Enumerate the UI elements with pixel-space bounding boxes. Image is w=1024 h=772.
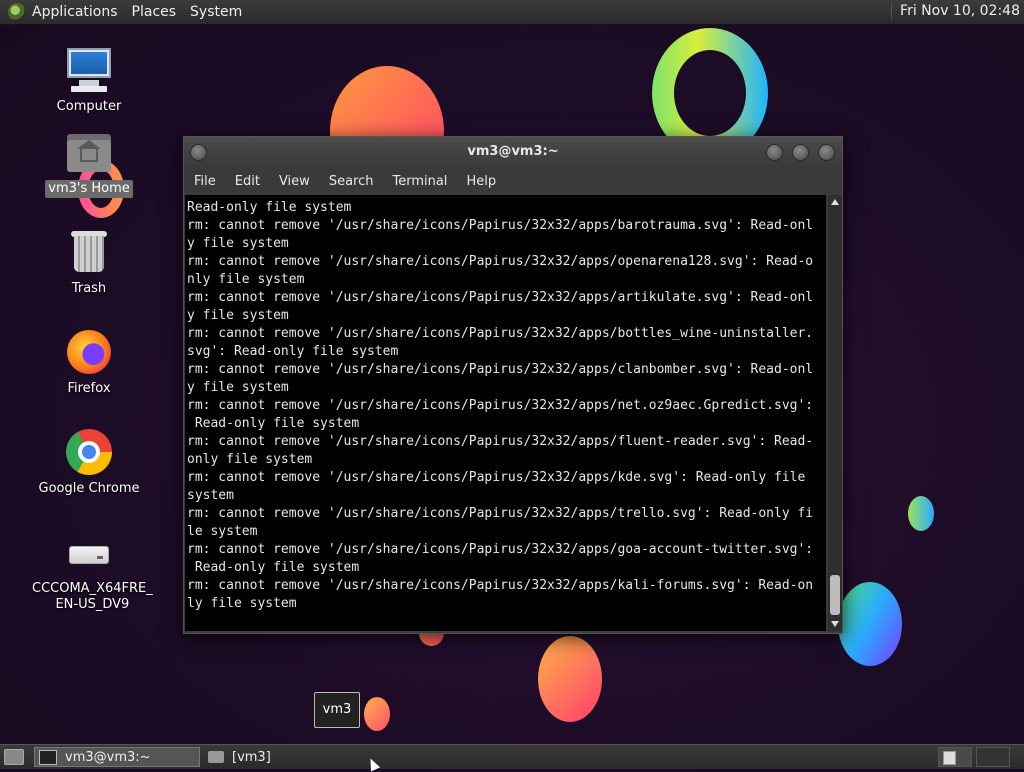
terminal-line: rm: cannot remove '/usr/share/icons/Papi… — [187, 542, 814, 557]
terminal-menubar: File Edit View Search Terminal Help — [184, 167, 842, 195]
terminal-line: rm: cannot remove '/usr/share/icons/Papi… — [187, 578, 814, 593]
desktop-icon-computer[interactable]: Computer — [29, 46, 149, 116]
firefox-icon — [65, 328, 113, 376]
desktop-icon-label: Firefox — [67, 381, 111, 396]
minimize-button[interactable] — [766, 144, 783, 161]
top-panel: Applications Places System Fri Nov 10, 0… — [0, 0, 1024, 25]
desktop-icon-label: Trash — [71, 281, 107, 296]
menu-places[interactable]: Places — [132, 4, 177, 20]
terminal-line: y file system — [187, 308, 289, 323]
close-button[interactable] — [818, 144, 835, 161]
desktop-icon-firefox[interactable]: Firefox — [29, 328, 149, 398]
desktop-icon-label: vm3's Home — [45, 180, 133, 198]
menu-system[interactable]: System — [190, 4, 242, 20]
taskbar-item-label: [vm3] — [232, 749, 271, 765]
terminal-line: rm: cannot remove '/usr/share/icons/Papi… — [187, 470, 806, 485]
wallpaper-blob — [538, 636, 602, 722]
terminal-line: y file system — [187, 380, 289, 395]
terminal-icon — [39, 749, 57, 765]
window-titlebar[interactable]: vm3@vm3:~ — [184, 137, 842, 167]
maximize-button[interactable] — [792, 144, 809, 161]
menu-edit[interactable]: Edit — [235, 174, 260, 189]
terminal-window[interactable]: vm3@vm3:~ File Edit View Search Terminal… — [183, 136, 843, 634]
taskbar-item-folder[interactable]: [vm3] — [204, 747, 338, 767]
folder-icon — [208, 751, 224, 763]
terminal-line: ly file system — [187, 596, 297, 611]
terminal-line: le system — [187, 524, 258, 539]
desktop-icon-chrome[interactable]: Google Chrome — [29, 428, 149, 498]
terminal-line: Read-only file system — [187, 416, 360, 431]
terminal-line: rm: cannot remove '/usr/share/icons/Papi… — [187, 254, 814, 269]
trash-icon — [65, 228, 113, 276]
desktop-icon-home[interactable]: vm3's Home — [29, 128, 149, 198]
menu-file[interactable]: File — [194, 174, 216, 189]
wallpaper-blob — [838, 582, 902, 666]
terminal-line: rm: cannot remove '/usr/share/icons/Papi… — [187, 326, 814, 341]
terminal-line: y file system — [187, 236, 289, 251]
menu-help[interactable]: Help — [466, 174, 496, 189]
window-title: vm3@vm3:~ — [467, 144, 559, 159]
bottom-panel: vm3@vm3:~ [vm3] — [0, 744, 1024, 769]
home-folder-icon — [65, 128, 113, 176]
terminal-line: Read-only file system — [187, 200, 352, 215]
workspace-switcher-2[interactable] — [976, 747, 1010, 767]
desktop-icon-label: Computer — [56, 99, 122, 114]
workspace-switcher-1[interactable] — [938, 747, 972, 767]
terminal-line: rm: cannot remove '/usr/share/icons/Papi… — [187, 506, 814, 521]
chrome-icon — [65, 428, 113, 476]
drive-icon — [65, 528, 113, 576]
wallpaper-blob — [908, 496, 934, 531]
menu-applications[interactable]: Applications — [32, 4, 118, 20]
terminal-line: system — [187, 488, 234, 503]
desktop-icon-label: Google Chrome — [38, 481, 140, 496]
terminal-line: rm: cannot remove '/usr/share/icons/Papi… — [187, 362, 814, 377]
menu-view[interactable]: View — [279, 174, 310, 189]
wallpaper-blob — [364, 697, 390, 731]
terminal-line: Read-only file system — [187, 560, 360, 575]
workspace-tooltip: vm3 — [314, 692, 360, 728]
terminal-line: rm: cannot remove '/usr/share/icons/Papi… — [187, 434, 814, 449]
desktop-icon-trash[interactable]: Trash — [29, 228, 149, 298]
desktop-icon-drive[interactable]: CCCOMA_X64FRE_ EN-US_DV9 — [29, 528, 153, 614]
computer-icon — [65, 46, 113, 94]
distro-logo-icon[interactable] — [8, 3, 26, 21]
desktop-icon-label: CCCOMA_X64FRE_ EN-US_DV9 — [32, 581, 153, 612]
scrollbar-thumb[interactable] — [830, 575, 840, 615]
terminal-line: only file system — [187, 452, 313, 467]
menu-search[interactable]: Search — [329, 174, 374, 189]
terminal-output[interactable]: Read-only file system rm: cannot remove '… — [185, 195, 826, 631]
terminal-line: nly file system — [187, 272, 305, 287]
show-desktop-icon[interactable] — [4, 749, 24, 765]
scroll-up-icon[interactable] — [831, 199, 839, 205]
terminal-line: rm: cannot remove '/usr/share/icons/Papi… — [187, 218, 814, 233]
terminal-line: svg': Read-only file system — [187, 344, 399, 359]
taskbar-item-terminal[interactable]: vm3@vm3:~ — [34, 747, 200, 767]
terminal-scrollbar[interactable] — [828, 195, 842, 631]
taskbar-item-label: vm3@vm3:~ — [65, 749, 151, 765]
menu-terminal[interactable]: Terminal — [392, 174, 447, 189]
terminal-line: rm: cannot remove '/usr/share/icons/Papi… — [187, 290, 814, 305]
terminal-line: rm: cannot remove '/usr/share/icons/Papi… — [187, 398, 814, 413]
clock[interactable]: Fri Nov 10, 02:48 — [891, 3, 1020, 19]
scroll-down-icon[interactable] — [831, 621, 839, 627]
